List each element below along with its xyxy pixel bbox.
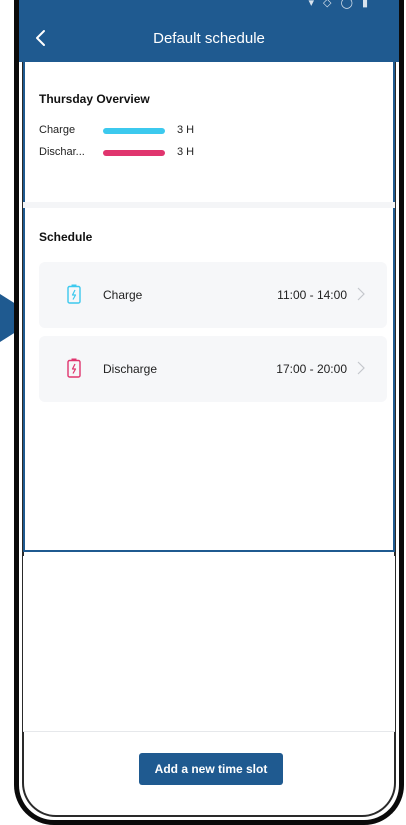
status-icons: ▾ ◇ ◯ ▮ — [308, 0, 371, 9]
page-title: Default schedule — [153, 30, 265, 47]
schedule-title: Schedule — [39, 230, 93, 244]
empty-area — [23, 556, 395, 731]
battery-discharge-icon — [67, 358, 81, 378]
overview-row-charge: Charge 3 H — [39, 124, 239, 138]
slot-label: Discharge — [103, 362, 158, 376]
nav-bar: Default schedule — [19, 14, 399, 62]
chevron-right-icon — [357, 361, 365, 375]
overview-bar-discharge — [103, 150, 165, 156]
overview-label: Charge — [39, 124, 76, 136]
slot-time: 11:00 - 14:00 — [277, 288, 347, 302]
overview-value: 3 H — [177, 124, 195, 136]
battery-charge-icon — [67, 284, 81, 304]
schedule-slot-discharge[interactable]: Discharge 17:00 - 20:00 — [39, 336, 387, 402]
section-divider — [23, 202, 395, 208]
slot-label: Charge — [103, 288, 143, 302]
overview-value: 3 H — [177, 146, 195, 158]
schedule-slot-charge[interactable]: Charge 11:00 - 14:00 — [39, 262, 387, 328]
add-time-slot-button[interactable]: Add a new time slot — [139, 753, 283, 785]
chevron-right-icon — [357, 287, 365, 301]
slot-time: 17:00 - 20:00 — [276, 362, 347, 376]
overview-label: Dischar... — [39, 146, 85, 158]
overview-row-discharge: Dischar... 3 H — [39, 146, 239, 160]
overview-title: Thursday Overview — [39, 92, 150, 106]
status-bar: ▾ ◇ ◯ ▮ — [19, 0, 399, 14]
stage: ▾ ◇ ◯ ▮ Default schedule Thursday Overvi… — [0, 0, 406, 825]
footer-divider — [23, 731, 395, 732]
overview-bar-charge — [103, 128, 165, 134]
phone-frame: ▾ ◇ ◯ ▮ Default schedule Thursday Overvi… — [14, 0, 404, 825]
